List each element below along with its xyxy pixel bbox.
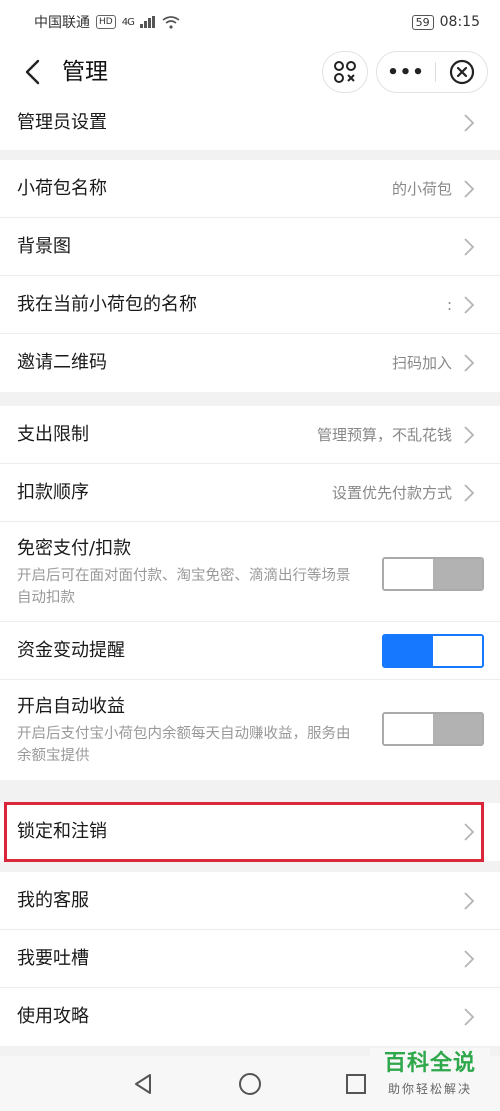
- chevron-right-icon: [464, 296, 475, 314]
- carrier-name: 中国联通: [34, 15, 90, 31]
- row-description: 开启后支付宝小荷包内余额每天自动赚收益，服务由余额宝提供: [17, 726, 351, 764]
- row-invite-qr[interactable]: 邀请二维码 扫码加入: [0, 334, 500, 392]
- row-value: 的小荷包: [391, 180, 452, 198]
- password-free-toggle[interactable]: [382, 557, 484, 591]
- row-label: 资金变动提醒: [17, 640, 125, 661]
- more-button[interactable]: •••: [377, 52, 435, 92]
- close-icon: [449, 59, 474, 85]
- chevron-right-icon: [464, 354, 475, 372]
- nav-bar: 管理 •••: [0, 44, 500, 100]
- row-label: 使用攻略: [17, 1006, 89, 1027]
- chevron-right-icon: [464, 1008, 475, 1026]
- chevron-right-icon: [464, 892, 475, 910]
- back-button[interactable]: [14, 54, 50, 90]
- row-deduction-order[interactable]: 扣款顺序 设置优先付款方式: [0, 464, 500, 522]
- circle-home-icon: [239, 1073, 261, 1095]
- chevron-right-icon: [464, 484, 475, 502]
- close-button[interactable]: [436, 52, 487, 92]
- row-admin-settings[interactable]: 管理员设置: [0, 100, 500, 150]
- auto-earnings-toggle[interactable]: [382, 712, 484, 746]
- row-label: 支出限制: [17, 424, 89, 445]
- chevron-right-icon: [464, 426, 475, 444]
- system-recents-button[interactable]: [344, 1072, 368, 1096]
- row-value: 扫码加入: [391, 354, 452, 372]
- row-label: 背景图: [17, 236, 71, 257]
- signal-icon: 4G: [121, 16, 135, 28]
- row-feedback[interactable]: 我要吐槽: [0, 930, 500, 988]
- chevron-right-icon: [464, 823, 475, 841]
- hd-badge: HD: [96, 15, 116, 29]
- square-recents-icon: [346, 1074, 366, 1094]
- row-spending-limit[interactable]: 支出限制 管理预算，不乱花钱: [0, 406, 500, 464]
- more-icon: •••: [387, 61, 425, 83]
- row-label: 锁定和注销: [17, 821, 107, 842]
- settings-group-help: 我的客服 我要吐槽 使用攻略: [0, 872, 500, 1046]
- row-label: 我要吐槽: [17, 948, 89, 969]
- status-bar: 中国联通 HD 4G 59 08:15: [0, 0, 500, 44]
- row-label: 扣款顺序: [17, 482, 89, 503]
- chevron-right-icon: [464, 950, 475, 968]
- signal-bars-icon: [139, 16, 155, 28]
- row-label: 我的客服: [17, 890, 89, 911]
- battery-icon: 59: [411, 14, 434, 30]
- row-customer-service[interactable]: 我的客服: [0, 872, 500, 930]
- scan-button[interactable]: [322, 51, 368, 93]
- settings-group-pocket: 小荷包名称 的小荷包 背景图 我在当前小荷包的名称 : 邀请二维码 扫码加入: [0, 160, 500, 392]
- page-title: 管理: [62, 59, 108, 85]
- wifi-icon: [162, 15, 180, 29]
- row-label: 管理员设置: [17, 112, 107, 133]
- triangle-back-icon: [135, 1074, 151, 1094]
- settings-group-payment: 支出限制 管理预算，不乱花钱 扣款顺序 设置优先付款方式 免密支付/扣款 开启后…: [0, 406, 500, 780]
- row-description: 开启后可在面对面付款、淘宝免密、滴滴出行等场景自动扣款: [17, 568, 351, 606]
- row-lock-and-cancel[interactable]: 锁定和注销: [0, 803, 500, 861]
- row-label: 开启自动收益: [17, 696, 125, 717]
- row-password-free-payment: 免密支付/扣款 开启后可在面对面付款、淘宝免密、滴滴出行等场景自动扣款: [0, 522, 500, 622]
- row-label: 我在当前小荷包的名称: [17, 294, 197, 315]
- chevron-right-icon: [464, 238, 475, 256]
- watermark-main: 百科全说: [383, 1051, 476, 1076]
- row-value: :: [446, 296, 452, 314]
- system-back-button[interactable]: [131, 1072, 155, 1096]
- row-value: 设置优先付款方式: [331, 484, 452, 502]
- row-auto-earnings: 开启自动收益 开启后支付宝小荷包内余额每天自动赚收益，服务由余额宝提供: [0, 680, 500, 780]
- watermark-logo: 百科全说 助你轻松解决: [370, 1048, 490, 1108]
- settings-group-admin: 管理员设置: [0, 100, 500, 150]
- row-label: 免密支付/扣款: [17, 538, 132, 559]
- row-fund-change-alert: 资金变动提醒: [0, 622, 500, 680]
- chevron-right-icon: [464, 114, 475, 132]
- mini-program-capsule: •••: [376, 51, 488, 93]
- row-background-image[interactable]: 背景图: [0, 218, 500, 276]
- status-time: 08:15: [439, 14, 480, 30]
- system-home-button[interactable]: [238, 1072, 262, 1096]
- row-label: 邀请二维码: [17, 352, 107, 373]
- chevron-left-icon: [25, 59, 40, 85]
- row-my-nickname[interactable]: 我在当前小荷包的名称 :: [0, 276, 500, 334]
- chevron-right-icon: [464, 180, 475, 198]
- row-pocket-name[interactable]: 小荷包名称 的小荷包: [0, 160, 500, 218]
- watermark-sub: 助你轻松解决: [387, 1082, 472, 1096]
- row-usage-guide[interactable]: 使用攻略: [0, 988, 500, 1046]
- scan-icon: [334, 61, 356, 83]
- fund-alert-toggle[interactable]: [382, 634, 484, 668]
- row-label: 小荷包名称: [17, 178, 107, 199]
- settings-group-lock: 锁定和注销: [0, 803, 500, 861]
- row-value: 管理预算，不乱花钱: [316, 426, 452, 444]
